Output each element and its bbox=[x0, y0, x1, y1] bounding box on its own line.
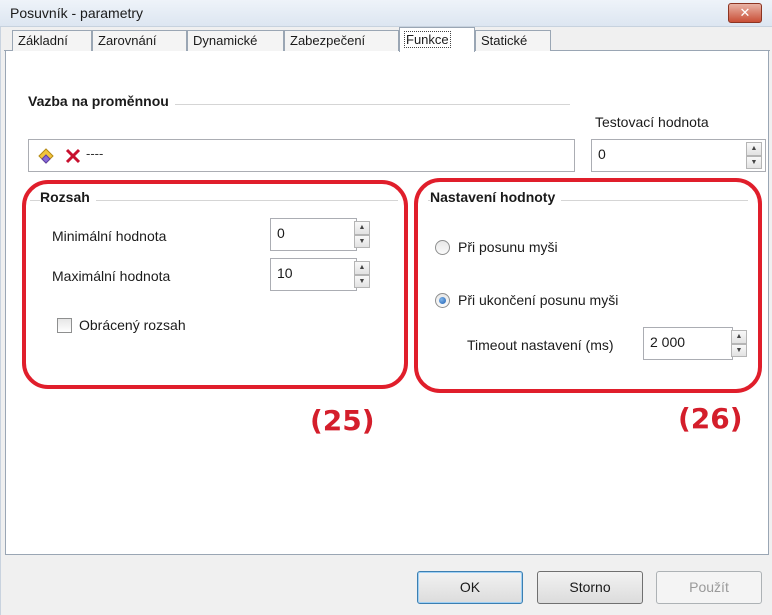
window-title: Posuvník - parametry bbox=[10, 5, 144, 21]
apply-button[interactable]: Použít bbox=[656, 571, 762, 604]
tab-funkce-label: Funkce bbox=[404, 31, 451, 48]
callout-number-26: (26) bbox=[678, 402, 743, 435]
close-icon: ✕ bbox=[739, 5, 751, 20]
stepper-up-icon[interactable]: ▲ bbox=[746, 142, 762, 156]
stepper-down-icon[interactable]: ▼ bbox=[746, 155, 762, 169]
callout-frame-range bbox=[22, 180, 408, 389]
callout-frame-value-setting bbox=[414, 178, 762, 393]
variable-pick-button[interactable] bbox=[33, 142, 59, 169]
callout-number-25: (25) bbox=[310, 404, 375, 437]
test-value-label: Testovací hodnota bbox=[595, 114, 709, 130]
binding-heading: Vazba na proměnnou bbox=[28, 93, 175, 109]
tab-zabezpeceni[interactable]: Zabezpečení bbox=[284, 30, 399, 51]
tab-staticke[interactable]: Statické bbox=[475, 30, 551, 51]
cancel-button[interactable]: Storno bbox=[537, 571, 643, 604]
test-value-stepper[interactable]: ▲ ▼ bbox=[746, 142, 762, 169]
tab-zarovnani[interactable]: Zarovnání bbox=[92, 30, 187, 51]
tab-dynamicke[interactable]: Dynamické bbox=[187, 30, 284, 51]
test-value-input[interactable]: 0 bbox=[591, 139, 766, 172]
binding-value: ---- bbox=[86, 146, 104, 161]
tab-zakladni[interactable]: Základní bbox=[12, 30, 92, 51]
ok-button[interactable]: OK bbox=[417, 571, 523, 604]
binding-field bbox=[28, 139, 575, 172]
delete-binding-button[interactable] bbox=[60, 142, 86, 169]
delete-icon bbox=[65, 148, 81, 163]
tab-funkce[interactable]: Funkce bbox=[399, 27, 475, 52]
variable-pick-icon bbox=[38, 147, 54, 164]
close-button[interactable]: ✕ bbox=[728, 3, 762, 23]
